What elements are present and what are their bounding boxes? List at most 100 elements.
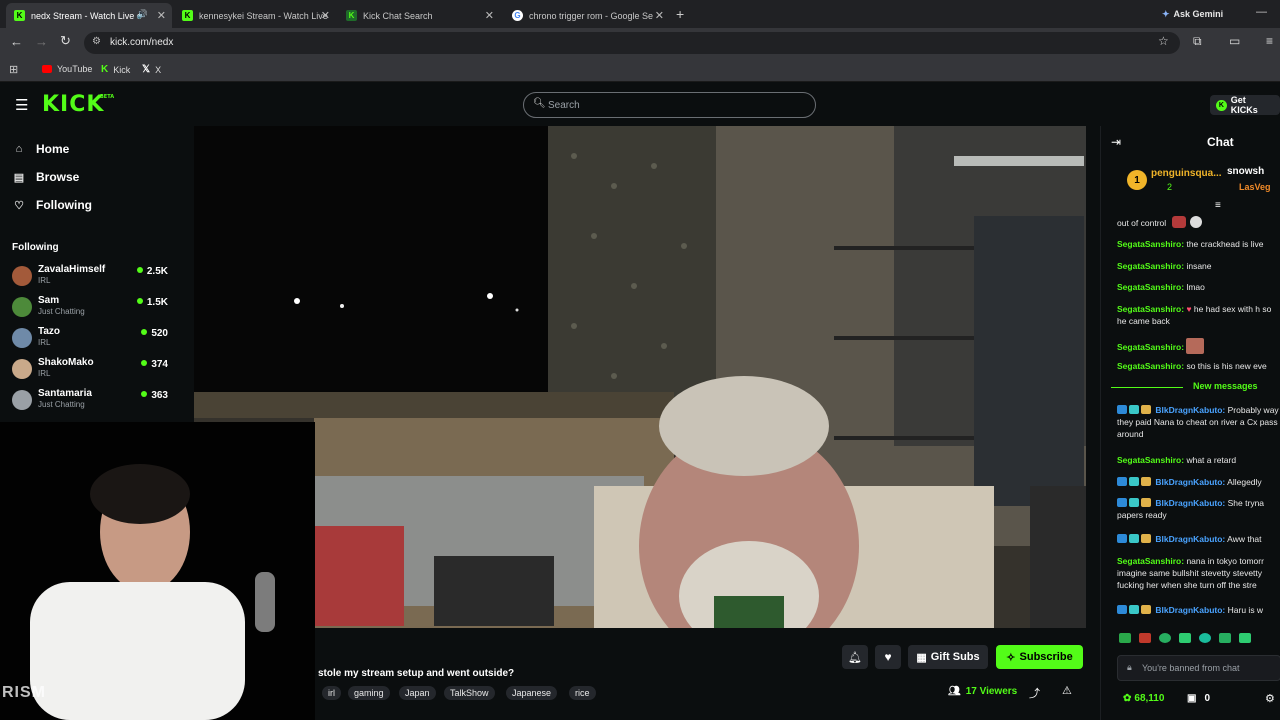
chat-message: SegataSanshiro: so this is his new eve <box>1117 360 1280 372</box>
bookmark-star-icon[interactable]: ☆ <box>1158 34 1169 48</box>
close-icon[interactable]: ✕ <box>157 9 166 22</box>
share-icon[interactable]: ⤴ <box>1029 685 1040 701</box>
banned-message: You're banned from chat <box>1142 663 1240 673</box>
sidebar-item-following[interactable]: ♡ Following <box>12 196 92 214</box>
sidebar-item-home[interactable]: ⌂ Home <box>12 140 70 158</box>
new-messages-divider[interactable]: New messages <box>1111 381 1280 393</box>
chat-username[interactable]: SegataSanshiro: <box>1117 556 1184 566</box>
sidepanel-icon[interactable]: ▭ <box>1229 34 1240 48</box>
close-icon[interactable]: ✕ <box>485 9 494 22</box>
emote-icon[interactable] <box>1159 633 1171 643</box>
gifter-name[interactable]: penguinsqua... <box>1151 168 1222 179</box>
gifter-name[interactable]: snowsh <box>1227 166 1264 177</box>
extensions-icon[interactable]: ⧉ <box>1193 34 1202 49</box>
notification-bell-button[interactable]: 🔔︎ <box>842 645 868 669</box>
tab-title: nedx Stream - Watch Live o <box>31 10 142 21</box>
tab-nedx[interactable]: K nedx Stream - Watch Live o 🔊 ✕ <box>6 3 172 28</box>
search-input[interactable]: 🔍︎ Search <box>523 92 816 118</box>
apps-grid-icon[interactable]: ⊞ <box>9 63 18 76</box>
emote-icon[interactable] <box>1119 633 1131 643</box>
emote-icon[interactable] <box>1239 633 1251 643</box>
tag-chip[interactable]: Japan <box>399 686 436 700</box>
chat-username[interactable]: SegataSanshiro: <box>1117 239 1184 249</box>
tab-google-search[interactable]: G chrono trigger rom - Google Se ✕ <box>504 3 670 28</box>
minimize-button[interactable]: — <box>1256 6 1267 18</box>
kick-logo[interactable]: KICK BETA <box>42 92 114 117</box>
message-text: what a retard <box>1186 455 1237 465</box>
chat-username[interactable]: SegataSanshiro: <box>1117 342 1184 352</box>
sub-badge-icon <box>1117 534 1127 543</box>
bookmark-youtube[interactable]: YouTube <box>42 64 92 74</box>
expand-pinned-icon[interactable]: ≡ <box>1215 200 1221 211</box>
chat-settings-gear-icon[interactable]: ⚙ <box>1265 692 1275 705</box>
chat-username[interactable]: SegataSanshiro: <box>1117 282 1184 292</box>
chat-username[interactable]: BlkDragnKabuto: <box>1155 498 1225 508</box>
x-icon: 𝕏 <box>142 64 151 75</box>
emote-icon[interactable] <box>1199 633 1211 643</box>
following-channel[interactable]: Tazo IRL 520 <box>12 326 168 354</box>
subscribe-button[interactable]: ✧ Subscribe <box>996 645 1083 669</box>
ask-gemini-button[interactable]: ✦ Ask Gemini <box>1156 6 1229 22</box>
close-icon[interactable]: ✕ <box>655 9 664 22</box>
forward-icon[interactable]: → <box>35 34 48 49</box>
tag-chip[interactable]: irl <box>322 686 341 700</box>
new-tab-button[interactable]: + <box>676 6 684 22</box>
emote-icon[interactable] <box>1179 633 1191 643</box>
emote-icon[interactable] <box>1139 633 1151 643</box>
chat-username[interactable]: BlkDragnKabuto: <box>1155 477 1225 487</box>
following-channel[interactable]: ZavalaHimself IRL 2.5K <box>12 264 168 292</box>
following-channel[interactable]: Sam Just Chatting 1.5K <box>12 295 168 323</box>
tab-kennesykei[interactable]: K kennesykei Stream - Watch Live ✕ <box>174 3 336 28</box>
avatar <box>12 266 32 286</box>
channel-points[interactable]: ✿ 68,110 <box>1123 693 1164 704</box>
gift-icon: ▦ <box>916 651 927 664</box>
search-placeholder: Search <box>548 100 580 111</box>
chat-username[interactable]: SegataSanshiro: <box>1117 361 1184 371</box>
ask-gemini-label: Ask Gemini <box>1173 9 1224 19</box>
bookmark-x[interactable]: 𝕏 X <box>142 64 161 75</box>
tab-kick-chat-search[interactable]: K Kick Chat Search ✕ <box>338 3 500 28</box>
tag-chip[interactable]: Japanese <box>506 686 558 700</box>
channel-name: Santamaria <box>38 388 92 399</box>
chat-username[interactable]: SegataSanshiro: <box>1117 455 1184 465</box>
video-player[interactable] <box>194 126 1086 628</box>
hamburger-menu-icon[interactable]: ☰ <box>15 96 28 114</box>
collapse-chat-icon[interactable]: ⇥ <box>1111 135 1121 149</box>
site-info-icon[interactable]: ⚙ <box>92 36 101 47</box>
chat-username[interactable]: BlkDragnKabuto: <box>1155 605 1225 615</box>
chat-username[interactable]: SegataSanshiro: <box>1117 304 1184 314</box>
get-kicks-button[interactable]: K Get KICKs <box>1210 95 1280 115</box>
viewer-count: 2.5K <box>137 266 168 277</box>
sub-badge-icon <box>1117 605 1127 614</box>
address-bar[interactable]: ⚙ kick.com/nedx <box>84 32 1180 54</box>
sidebar-item-browse[interactable]: ▤ Browse <box>12 168 80 186</box>
chat-message: SegataSanshiro: nana in tokyo tomorr ima… <box>1117 555 1280 591</box>
speaker-icon[interactable]: 🔊 <box>137 9 148 20</box>
back-icon[interactable]: ← <box>10 34 23 49</box>
tag-chip[interactable]: rice <box>569 686 596 700</box>
follow-button[interactable]: ♥ <box>875 645 901 669</box>
gift-counter[interactable]: ▣ 0 <box>1187 693 1210 704</box>
emote-icon[interactable] <box>1219 633 1231 643</box>
following-channel[interactable]: ShakoMako IRL 374 <box>12 357 168 385</box>
sidebar: ⌂ Home ▤ Browse ♡ Following Following Za… <box>0 126 180 422</box>
message-text: insane <box>1186 261 1212 271</box>
kicks-coin-icon: K <box>1216 99 1227 111</box>
bookmark-kick[interactable]: K Kick <box>101 64 130 75</box>
chat-panel: ⇥ Chat 1 penguinsqua... 2 snowsh LasVeg … <box>1100 126 1280 720</box>
report-warning-icon[interactable]: ⚠ <box>1062 684 1072 697</box>
badge-icon <box>1129 405 1139 414</box>
close-icon[interactable]: ✕ <box>321 9 330 22</box>
tag-chip[interactable]: TalkShow <box>444 686 495 700</box>
tab-title: chrono trigger rom - Google Se <box>529 10 654 21</box>
following-channel[interactable]: Santamaria Just Chatting 363 <box>12 388 168 416</box>
reload-icon[interactable]: ↻ <box>60 33 71 49</box>
chat-username[interactable]: SegataSanshiro: <box>1117 261 1184 271</box>
channel-category: Just Chatting <box>38 307 85 316</box>
menu-icon[interactable]: ≡ <box>1266 34 1273 48</box>
gift-subs-button[interactable]: ▦ Gift Subs <box>908 645 988 669</box>
tag-chip[interactable]: gaming <box>348 686 390 700</box>
chat-username[interactable]: BlkDragnKabuto: <box>1155 534 1225 544</box>
chat-username[interactable]: BlkDragnKabuto: <box>1155 405 1225 415</box>
video-frame <box>194 126 1086 628</box>
